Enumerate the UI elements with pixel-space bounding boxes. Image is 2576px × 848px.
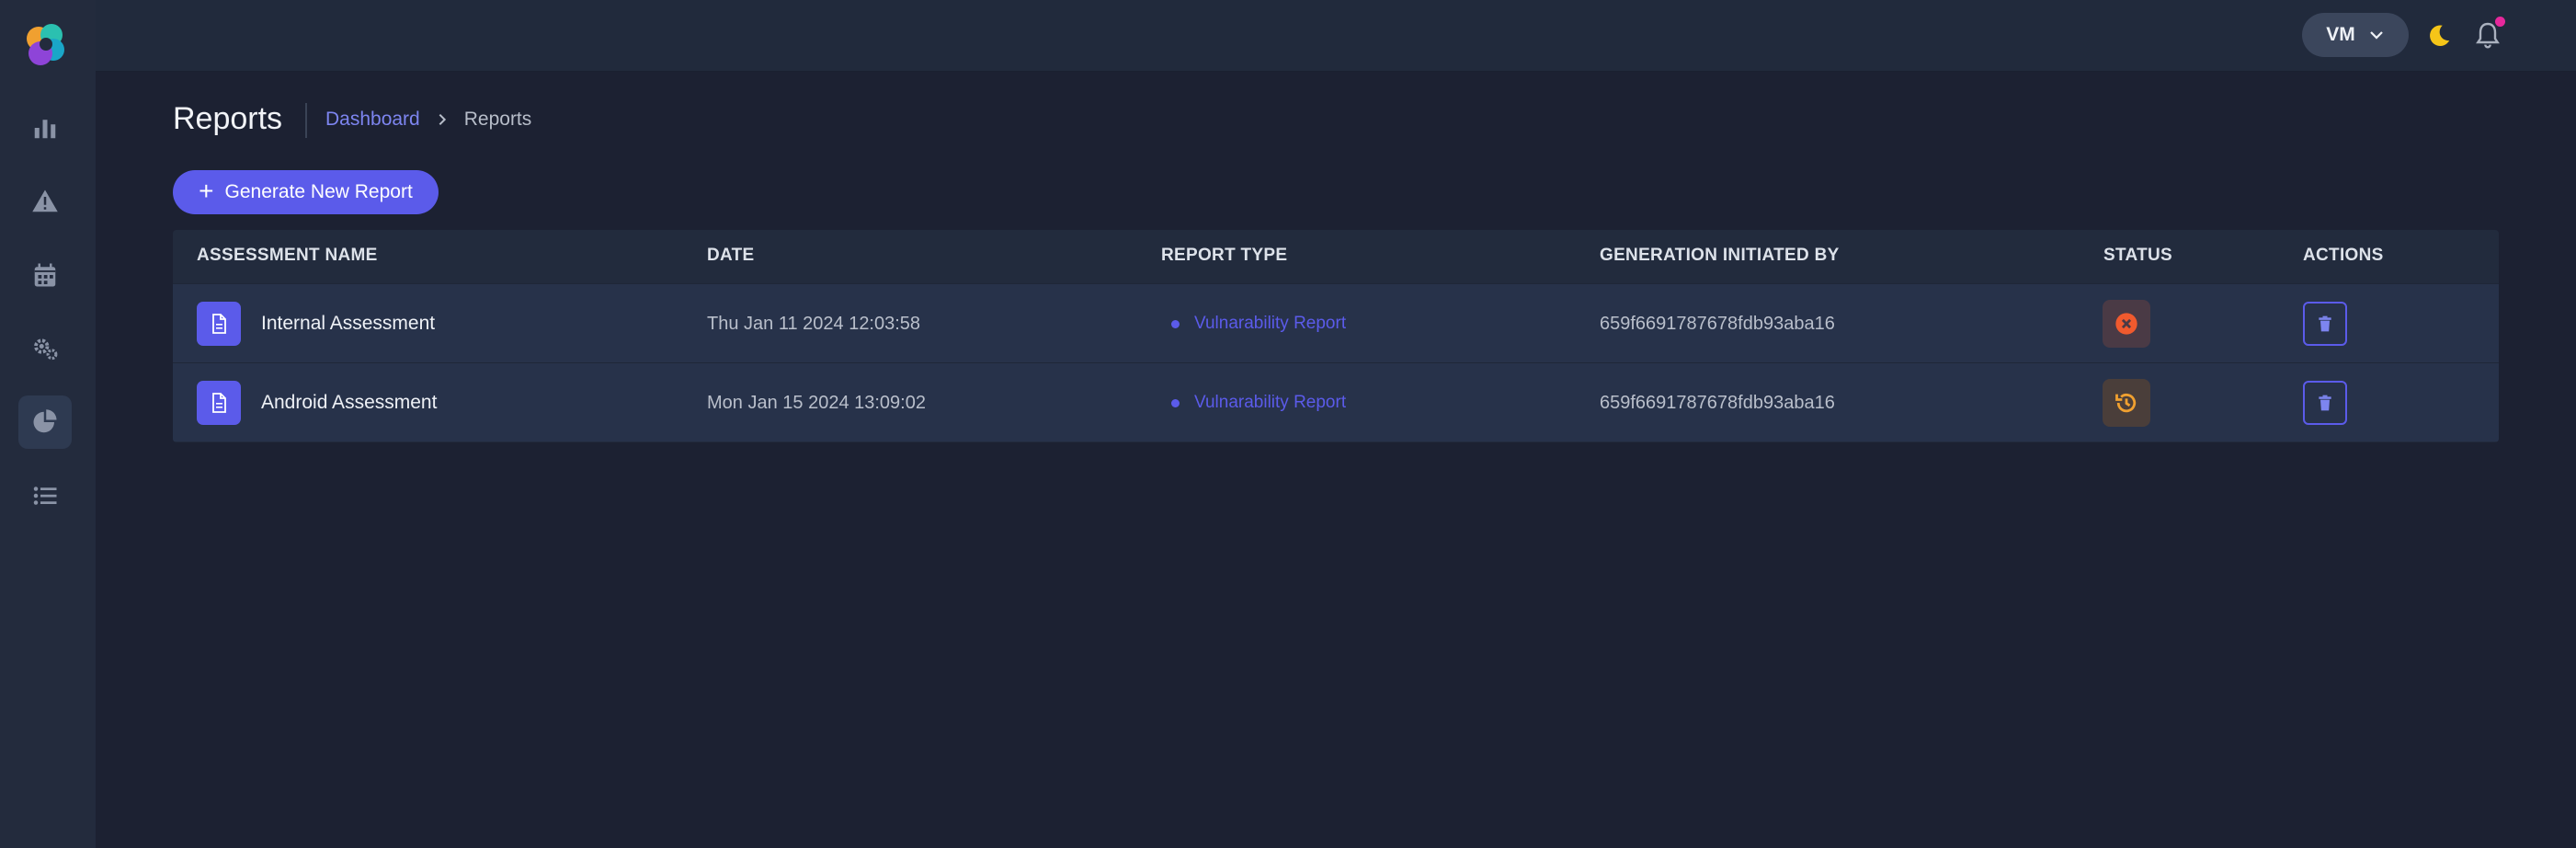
report-type-cell: Vulnarability Report bbox=[1171, 363, 1346, 442]
report-date: Mon Jan 15 2024 13:09:02 bbox=[707, 392, 926, 413]
report-type-dot bbox=[1171, 319, 1180, 328]
sidebar-item-list[interactable] bbox=[18, 469, 72, 522]
report-date: Thu Jan 11 2024 12:03:58 bbox=[707, 313, 921, 334]
history-clock-icon bbox=[2115, 393, 2137, 413]
bar-chart-icon bbox=[34, 120, 56, 139]
moon-icon[interactable] bbox=[2425, 22, 2453, 50]
report-type-cell: Vulnarability Report bbox=[1171, 284, 1346, 363]
initiated-by-cell: 659f6691787678fdb93aba16 bbox=[1600, 363, 1835, 442]
table-header: ASSESSMENT NAME DATE REPORT TYPE GENERAT… bbox=[173, 230, 2499, 283]
initiated-by-cell: 659f6691787678fdb93aba16 bbox=[1600, 284, 1835, 363]
date-cell: Mon Jan 15 2024 13:09:02 bbox=[707, 363, 926, 442]
status-pending-badge[interactable] bbox=[2103, 379, 2150, 427]
assessment-name[interactable]: Android Assessment bbox=[261, 392, 437, 414]
status-cell bbox=[2103, 284, 2150, 363]
initiated-by: 659f6691787678fdb93aba16 bbox=[1600, 392, 1835, 413]
delete-report-button[interactable] bbox=[2303, 302, 2347, 346]
sidebar-item-reports[interactable] bbox=[18, 395, 72, 449]
date-cell: Thu Jan 11 2024 12:03:58 bbox=[707, 284, 920, 363]
gears-icon bbox=[34, 338, 58, 361]
sidebar-item-dashboard[interactable] bbox=[18, 101, 72, 155]
trash-icon bbox=[2319, 395, 2331, 411]
title-divider bbox=[305, 103, 307, 138]
column-header-initiated-by[interactable]: GENERATION INITIATED BY bbox=[1600, 246, 1840, 266]
sidebar-item-vulnerabilities[interactable] bbox=[18, 175, 72, 228]
user-initials: VM bbox=[2326, 24, 2355, 45]
reports-table: ASSESSMENT NAME DATE REPORT TYPE GENERAT… bbox=[173, 230, 2499, 442]
report-type: Vulnarability Report bbox=[1194, 393, 1347, 412]
actions-cell bbox=[2303, 363, 2347, 442]
table-row[interactable]: Android Assessment Mon Jan 15 2024 13:09… bbox=[173, 362, 2499, 441]
assessment-name-cell: Android Assessment bbox=[197, 363, 437, 442]
chevron-right-icon bbox=[435, 112, 450, 127]
actions-cell bbox=[2303, 284, 2347, 363]
assessment-name-cell: Internal Assessment bbox=[197, 284, 435, 363]
plus-icon: + bbox=[199, 176, 214, 205]
chevron-down-icon bbox=[2369, 31, 2383, 40]
failed-x-icon bbox=[2115, 313, 2137, 335]
column-header-assessment-name[interactable]: ASSESSMENT NAME bbox=[197, 246, 378, 266]
report-type-dot bbox=[1171, 398, 1180, 407]
column-header-report-type[interactable]: REPORT TYPE bbox=[1161, 246, 1287, 266]
column-header-date[interactable]: DATE bbox=[707, 246, 755, 266]
assessment-name[interactable]: Internal Assessment bbox=[261, 313, 435, 335]
delete-report-button[interactable] bbox=[2303, 381, 2347, 425]
page-title: Reports bbox=[173, 101, 283, 136]
user-menu-button[interactable]: VM bbox=[2302, 13, 2409, 57]
sidebar bbox=[0, 0, 96, 848]
initiated-by: 659f6691787678fdb93aba16 bbox=[1600, 313, 1835, 334]
warning-icon bbox=[32, 189, 58, 212]
generate-button-label: Generate New Report bbox=[224, 181, 413, 202]
document-icon bbox=[197, 381, 241, 425]
calendar-icon bbox=[34, 263, 56, 287]
status-failed-badge[interactable] bbox=[2103, 300, 2150, 348]
notification-badge bbox=[2495, 17, 2505, 27]
list-icon bbox=[33, 487, 57, 505]
sidebar-item-settings[interactable] bbox=[18, 322, 72, 375]
column-header-actions: ACTIONS bbox=[2303, 246, 2384, 265]
breadcrumb: Dashboard Reports bbox=[325, 109, 531, 131]
app-logo[interactable] bbox=[20, 18, 72, 70]
top-bar bbox=[96, 0, 2576, 72]
trash-icon bbox=[2319, 315, 2331, 332]
table-row[interactable]: Internal Assessment Thu Jan 11 2024 12:0… bbox=[173, 283, 2499, 362]
sidebar-item-calendar[interactable] bbox=[18, 248, 72, 302]
report-type: Vulnarability Report bbox=[1194, 314, 1347, 333]
pie-chart-icon bbox=[33, 409, 57, 433]
breadcrumb-current: Reports bbox=[463, 109, 532, 130]
column-header-status[interactable]: STATUS bbox=[2103, 246, 2172, 266]
generate-new-report-button[interactable]: + Generate New Report bbox=[173, 170, 439, 214]
status-cell bbox=[2103, 363, 2150, 442]
document-icon bbox=[197, 302, 241, 346]
breadcrumb-dashboard-link[interactable]: Dashboard bbox=[325, 109, 420, 131]
